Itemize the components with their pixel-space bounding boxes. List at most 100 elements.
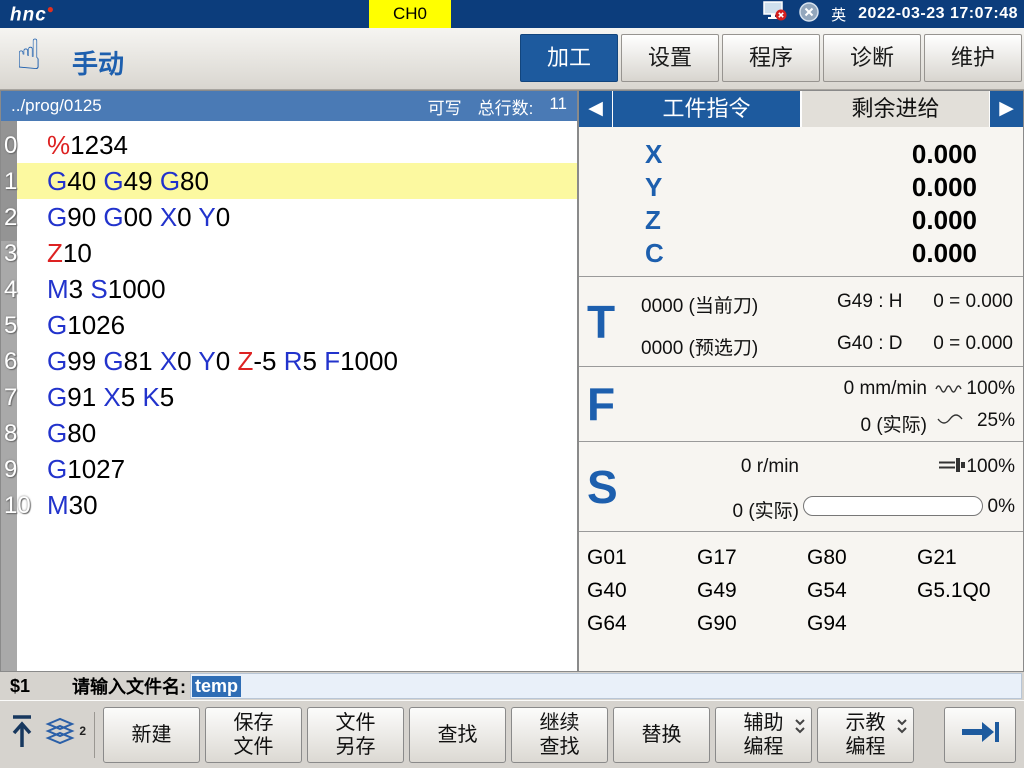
next-menu-button[interactable] <box>944 707 1016 763</box>
axis-name: X <box>645 139 662 170</box>
editor-line[interactable]: 0%1234 <box>1 127 577 163</box>
editor-line[interactable]: 1 G40 G49 G80 <box>1 163 577 199</box>
gcode-cell: G49 <box>697 579 807 603</box>
tab-remaining-feed[interactable]: 剩余进给 <box>801 91 990 127</box>
find-button[interactable]: 查找 <box>409 707 506 763</box>
axis-row: Z0.000 <box>579 205 1023 238</box>
tab-maintenance[interactable]: 维护 <box>924 34 1022 82</box>
line-number: 0 <box>4 128 17 164</box>
aux-programming-button[interactable]: 辅助 编程 <box>715 707 812 763</box>
title-bar: hnc● CH0 英 2022-03-23 17:07:48 <box>0 0 1024 28</box>
feed-actual-wave-icon <box>937 412 963 434</box>
spindle-block: S 0 r/min 100% 0 (实际) 0% <box>579 442 1023 532</box>
axis-name: C <box>645 238 664 269</box>
current-tool: 0000 (当前刀) <box>641 291 758 318</box>
writable-flag: 可写 <box>428 94 462 119</box>
gcode-cell: G21 <box>917 546 1023 570</box>
editor-body[interactable]: 0%12341 G40 G49 G802G90 G00 X0 Y03Z104M3 … <box>1 121 577 671</box>
feed-block: F 0 mm/min 100% 0 (实际) 25% <box>579 367 1023 442</box>
line-code: G40 G49 G80 <box>47 166 209 196</box>
new-file-button[interactable]: 新建 <box>103 707 200 763</box>
tab-diagnosis[interactable]: 诊断 <box>823 34 921 82</box>
spindle-load: 0% <box>988 496 1015 518</box>
return-top-icon[interactable] <box>8 714 36 755</box>
button-label: 新建 <box>132 723 172 747</box>
program-editor: ../prog/0125 可写 总行数: 11 0%12341G40 G49 G… <box>0 90 578 672</box>
editor-line[interactable]: 9G1027 <box>1 451 577 487</box>
feed-override: 100% <box>966 378 1015 400</box>
button-label: 另存 <box>336 735 376 759</box>
spindle-load-bar <box>803 496 983 516</box>
toolbar-separator <box>94 712 95 758</box>
d-comp-label: G40 : D <box>837 333 902 355</box>
line-code: M30 <box>47 490 98 520</box>
axis-name: Y <box>645 172 662 203</box>
line-number: 8 <box>4 416 17 452</box>
editor-line[interactable]: 7G91 X5 K5 <box>1 379 577 415</box>
editor-line[interactable]: 6 G99 G81 X0 Y0 Z-5 R5 F1000 <box>1 343 577 379</box>
editor-line[interactable]: 5G1026 <box>1 307 577 343</box>
line-number: 10 <box>4 488 31 524</box>
gcode-cell: G64 <box>587 612 697 636</box>
gcode-cell: G94 <box>807 612 917 636</box>
line-number: 1 <box>4 164 17 200</box>
menu-layers-icon[interactable]: 2 <box>44 716 78 753</box>
button-label: 编程 <box>744 735 784 759</box>
tab-program[interactable]: 程序 <box>722 34 820 82</box>
gcode-cell <box>917 612 1023 636</box>
button-label: 编程 <box>846 735 886 759</box>
mode-label: 手动 <box>72 44 124 81</box>
line-number: 9 <box>4 452 17 488</box>
axis-name: Z <box>645 205 661 236</box>
feed-wave-icon <box>935 380 963 402</box>
replace-button[interactable]: 替换 <box>613 707 710 763</box>
button-label: 保存 <box>234 711 274 735</box>
spindle-override: 100% <box>966 456 1015 478</box>
editor-line[interactable]: 8G80 <box>1 415 577 451</box>
find-next-button[interactable]: 继续 查找 <box>511 707 608 763</box>
button-label: 文件 <box>234 735 274 759</box>
tab-workpiece-command[interactable]: 工件指令 <box>612 91 801 127</box>
teach-programming-button[interactable]: 示教 编程 <box>817 707 914 763</box>
channel-indicator: CH0 <box>369 0 451 28</box>
button-label: 辅助 <box>744 711 784 735</box>
tab-settings[interactable]: 设置 <box>621 34 719 82</box>
axes-position-block: X 0.000 Y 0.000 Z0.000 C 0.000 <box>579 127 1023 277</box>
editor-line[interactable]: 10 M30 <box>1 487 577 523</box>
line-number: 6 <box>4 344 17 380</box>
save-file-button[interactable]: 保存 文件 <box>205 707 302 763</box>
editor-line[interactable]: 2G90 G00 X0 Y0 <box>1 199 577 235</box>
selected-text[interactable]: temp <box>192 676 241 697</box>
input-language-indicator[interactable]: 英 <box>831 4 846 25</box>
line-code: G91 X5 K5 <box>47 382 174 412</box>
spindle-speed: 0 r/min <box>741 456 799 478</box>
h-comp-label: G49 : H <box>837 291 902 313</box>
filename-input[interactable]: temp <box>190 673 1022 699</box>
gcode-cell: G90 <box>697 612 807 636</box>
line-number: 3 <box>4 236 17 272</box>
tool-letter: T <box>587 295 615 349</box>
gcode-cell: G5.1Q0 <box>917 579 1023 603</box>
gcode-cell: G80 <box>807 546 917 570</box>
gcode-cell: G40 <box>587 579 697 603</box>
axis-value: 0.000 <box>912 172 977 203</box>
prev-page-icon[interactable]: ◀ <box>579 91 612 127</box>
feed-actual-override: 25% <box>977 410 1015 432</box>
circle-x-icon[interactable] <box>799 2 819 27</box>
editor-meta: 可写 总行数: 11 <box>428 94 567 119</box>
logo-text: hnc <box>10 4 47 25</box>
button-label: 查找 <box>540 735 580 759</box>
titlebar-status-cluster: 英 2022-03-23 17:07:48 <box>763 0 1018 28</box>
total-lines-label: 总行数: <box>478 94 534 119</box>
editor-line[interactable]: 4M3 S1000 <box>1 271 577 307</box>
axis-value: 0.000 <box>912 238 977 269</box>
line-code: G99 G81 X0 Y0 Z-5 R5 F1000 <box>47 346 398 376</box>
button-label: 示教 <box>846 711 886 735</box>
next-page-icon[interactable]: ▶ <box>990 91 1023 127</box>
tab-machining[interactable]: 加工 <box>520 34 618 82</box>
axis-value: 0.000 <box>912 139 977 170</box>
menu-page-indicator: 2 <box>79 724 86 738</box>
save-as-button[interactable]: 文件 另存 <box>307 707 404 763</box>
editor-line[interactable]: 3Z10 <box>1 235 577 271</box>
d-comp-value: 0 = 0.000 <box>933 333 1013 355</box>
